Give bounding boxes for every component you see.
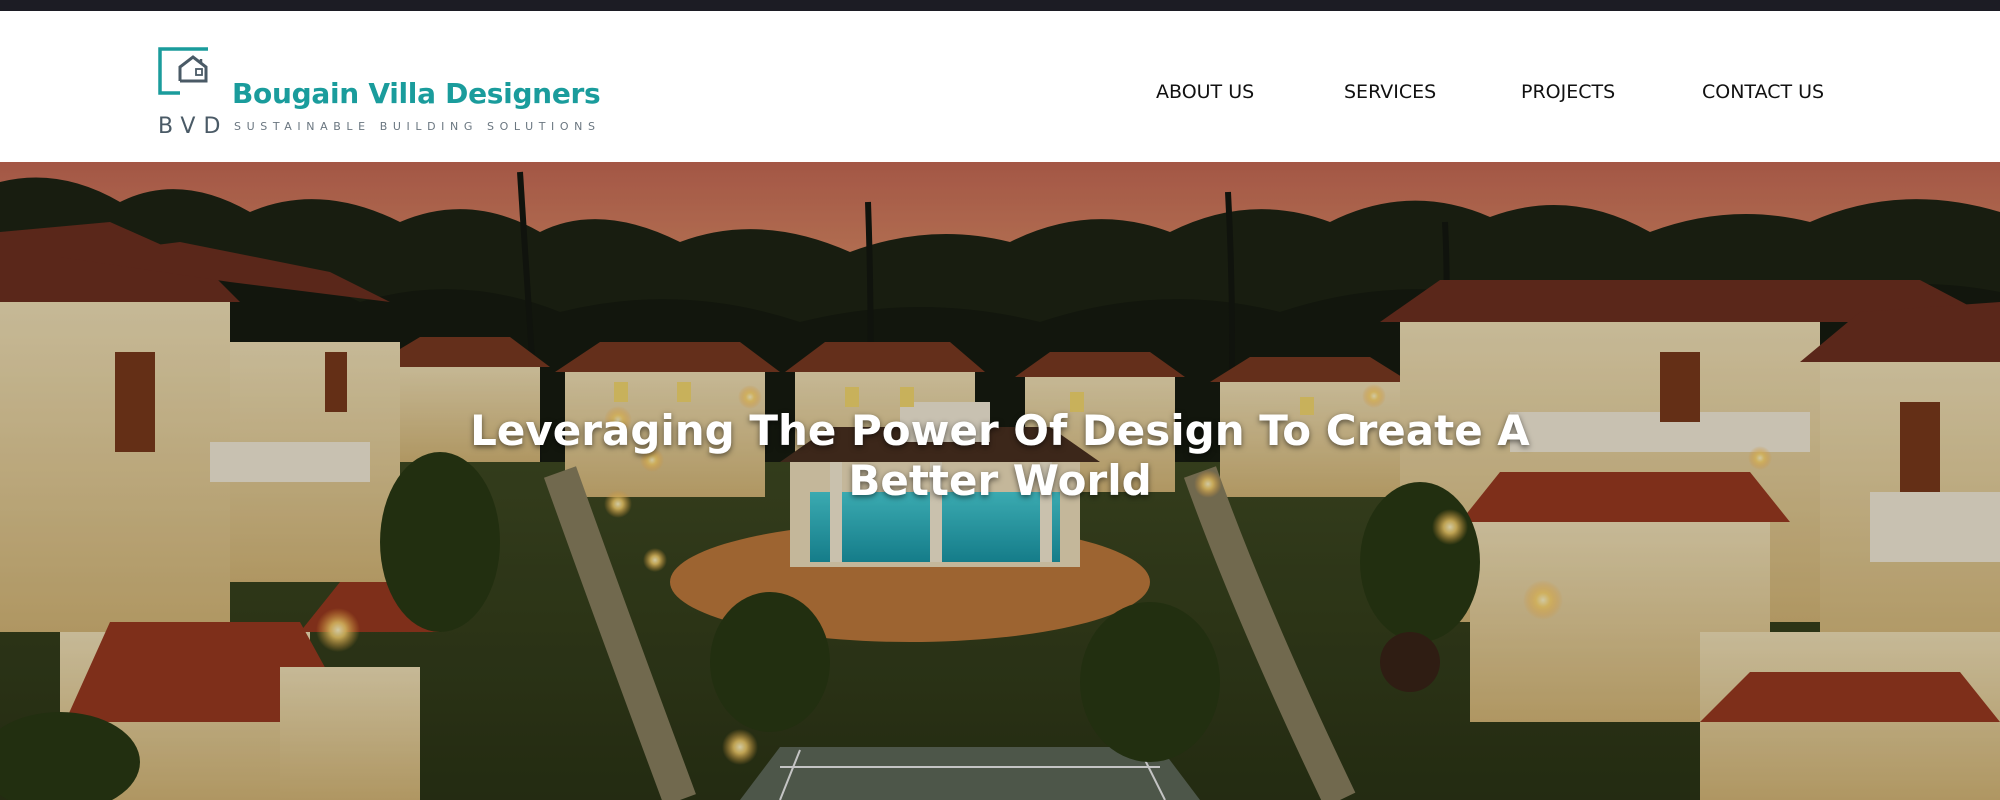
nav-contact-us[interactable]: CONTACT US: [1702, 81, 1824, 103]
brand-tagline: SUSTAINABLE BUILDING SOLUTIONS: [234, 120, 601, 133]
brand-name: Bougain Villa Designers: [232, 77, 601, 110]
hero-banner: Leveraging The Power Of Design To Create…: [0, 162, 2000, 800]
nav-services[interactable]: SERVICES: [1344, 81, 1436, 103]
hero-heading: Leveraging The Power Of Design To Create…: [0, 406, 2000, 506]
hero-heading-line-1: Leveraging The Power Of Design To Create…: [470, 406, 1530, 455]
brand-logo[interactable]: Bougain Villa Designers BVD SUSTAINABLE …: [158, 47, 601, 139]
brand-initials: BVD: [158, 114, 229, 139]
hero-heading-line-2: Better World: [848, 456, 1152, 505]
nav-about-us[interactable]: ABOUT US: [1156, 81, 1254, 103]
house-in-frame-icon: [158, 47, 208, 95]
nav-projects[interactable]: PROJECTS: [1521, 81, 1615, 103]
top-strip: [0, 0, 2000, 11]
site-header: Bougain Villa Designers BVD SUSTAINABLE …: [0, 11, 2000, 162]
